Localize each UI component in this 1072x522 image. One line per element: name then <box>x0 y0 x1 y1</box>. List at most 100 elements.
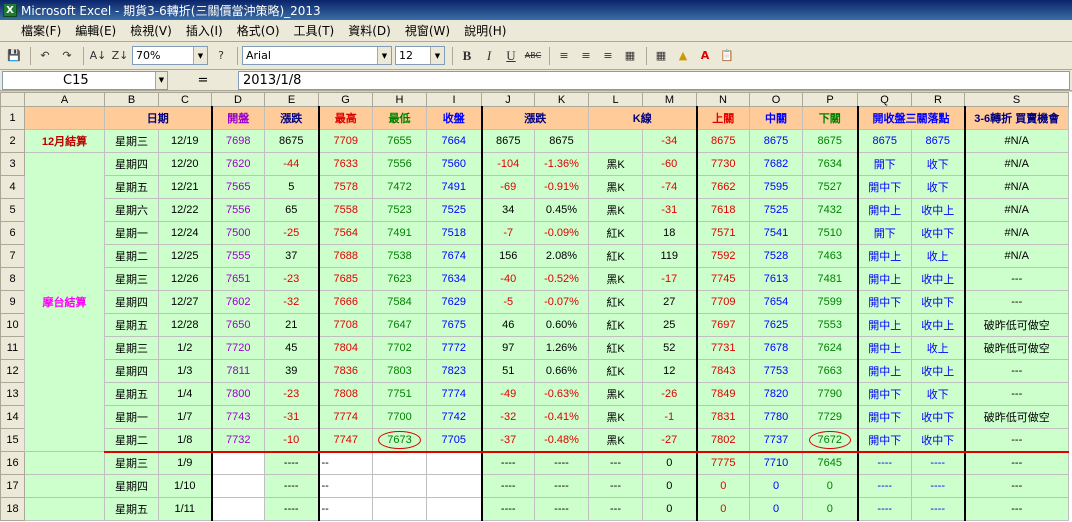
low[interactable]: 7623 <box>372 267 427 291</box>
open[interactable]: 7800 <box>210 382 265 406</box>
close-position[interactable]: 收上 <box>911 244 965 268</box>
low[interactable] <box>372 474 427 498</box>
header-mid[interactable]: 中關 <box>749 106 803 130</box>
low[interactable]: 7751 <box>372 382 427 406</box>
open[interactable]: 7743 <box>210 405 265 429</box>
open[interactable] <box>210 474 265 498</box>
open[interactable]: 7698 <box>210 129 265 153</box>
close[interactable]: 7675 <box>426 313 482 337</box>
row-header[interactable]: 4 <box>0 175 25 199</box>
name-box[interactable]: C15 ▼ <box>2 70 168 90</box>
lower-level[interactable]: 7481 <box>802 267 858 291</box>
turning-signal[interactable]: 破昨低可做空 <box>963 336 1069 360</box>
high[interactable]: -- <box>317 497 373 521</box>
column-header-P[interactable]: P <box>802 92 858 107</box>
turning-signal[interactable]: #N/A <box>963 175 1069 199</box>
change[interactable]: ---- <box>264 451 319 475</box>
weekday[interactable]: 星期五 <box>104 313 159 337</box>
cell-a[interactable] <box>24 451 105 475</box>
close[interactable] <box>426 474 482 498</box>
date[interactable]: 12/28 <box>158 313 212 337</box>
close-position[interactable]: ---- <box>911 497 965 521</box>
high[interactable]: 7836 <box>317 359 373 383</box>
turning-signal[interactable]: --- <box>963 428 1069 453</box>
row-header[interactable]: 10 <box>0 313 25 337</box>
high[interactable]: 7774 <box>317 405 373 429</box>
high[interactable]: 7564 <box>317 221 373 245</box>
change[interactable]: -25 <box>264 221 319 245</box>
header-position[interactable]: 開收盤三關落點 <box>856 106 965 130</box>
change-points[interactable]: ---- <box>480 474 535 498</box>
upper-level[interactable]: 7709 <box>695 290 750 314</box>
weekday[interactable]: 星期四 <box>104 290 159 314</box>
turning-signal[interactable]: #N/A <box>963 221 1069 245</box>
weekday[interactable]: 星期三 <box>104 267 159 291</box>
open[interactable]: 7500 <box>210 221 265 245</box>
menu-item-0[interactable]: 檔案(F) <box>14 22 68 39</box>
change[interactable]: -31 <box>264 405 319 429</box>
help-icon[interactable]: ? <box>211 46 231 66</box>
open[interactable]: 7811 <box>210 359 265 383</box>
menu-item-3[interactable]: 插入(I) <box>179 22 230 39</box>
low[interactable]: 7673 <box>372 428 427 453</box>
change-points[interactable]: 156 <box>480 244 535 268</box>
close-position[interactable]: ---- <box>911 451 965 475</box>
row-header[interactable]: 15 <box>0 428 25 452</box>
header-low[interactable]: 最低 <box>372 106 427 130</box>
column-header-D[interactable]: D <box>211 92 265 107</box>
change[interactable]: 45 <box>264 336 319 360</box>
align-right-icon[interactable]: ≡ <box>598 46 618 66</box>
open[interactable]: 7556 <box>210 198 265 222</box>
high[interactable]: 7578 <box>317 175 373 199</box>
change[interactable]: ---- <box>264 474 319 498</box>
turning-signal[interactable]: 破昨低可做空 <box>963 405 1069 429</box>
header-open[interactable]: 開盤 <box>210 106 265 130</box>
weekday[interactable]: 星期六 <box>104 198 159 222</box>
change-points[interactable]: 51 <box>480 359 535 383</box>
kline-body[interactable]: 18 <box>642 221 697 245</box>
lower-level[interactable]: 0 <box>802 497 858 521</box>
change[interactable]: 39 <box>264 359 319 383</box>
mid-level[interactable]: 7780 <box>749 405 803 429</box>
formula-input[interactable]: 2013/1/8 <box>238 70 1070 90</box>
sort-asc-icon[interactable]: A↓ <box>88 46 108 66</box>
change-percent[interactable]: -0.07% <box>534 290 589 314</box>
low[interactable]: 7803 <box>372 359 427 383</box>
date[interactable]: 12/22 <box>158 198 212 222</box>
high[interactable]: -- <box>317 451 373 475</box>
open-position[interactable]: 開中上 <box>856 313 912 337</box>
mid-level[interactable]: 7820 <box>749 382 803 406</box>
lower-level[interactable]: 7624 <box>802 336 858 360</box>
open-position[interactable]: 開中下 <box>856 290 912 314</box>
low[interactable]: 7647 <box>372 313 427 337</box>
open[interactable]: 7602 <box>210 290 265 314</box>
column-header-R[interactable]: R <box>911 92 965 107</box>
kline-type[interactable]: --- <box>588 497 643 521</box>
open-position[interactable]: 開中上 <box>856 198 912 222</box>
date[interactable]: 12/25 <box>158 244 212 268</box>
change-points[interactable]: ---- <box>480 451 535 475</box>
header-high[interactable]: 最高 <box>317 106 373 130</box>
change-points[interactable]: -32 <box>480 405 535 429</box>
lower-level[interactable]: 7663 <box>802 359 858 383</box>
kline-body[interactable]: 12 <box>642 359 697 383</box>
header-kline[interactable]: K線 <box>588 106 697 130</box>
fill-color-icon[interactable]: ▲ <box>673 46 693 66</box>
turning-signal[interactable]: --- <box>963 267 1069 291</box>
column-header-H[interactable]: H <box>372 92 427 107</box>
close[interactable] <box>426 497 482 521</box>
upper-level[interactable]: 7697 <box>695 313 750 337</box>
font-select[interactable]: Arial ▼ <box>242 46 392 65</box>
change-points[interactable]: -69 <box>480 175 535 199</box>
paste-special-icon[interactable]: 📋 <box>717 46 737 66</box>
close-position[interactable]: 收下 <box>911 152 965 176</box>
select-all-corner[interactable] <box>0 92 25 107</box>
weekday[interactable]: 星期五 <box>104 175 159 199</box>
column-header-C[interactable]: C <box>158 92 212 107</box>
change-percent[interactable]: 0.66% <box>534 359 589 383</box>
lower-level[interactable]: 7729 <box>802 405 858 429</box>
change[interactable]: -23 <box>264 382 319 406</box>
menu-item-5[interactable]: 工具(T) <box>287 22 342 39</box>
close[interactable]: 7525 <box>426 198 482 222</box>
kline-body[interactable]: -31 <box>642 198 697 222</box>
